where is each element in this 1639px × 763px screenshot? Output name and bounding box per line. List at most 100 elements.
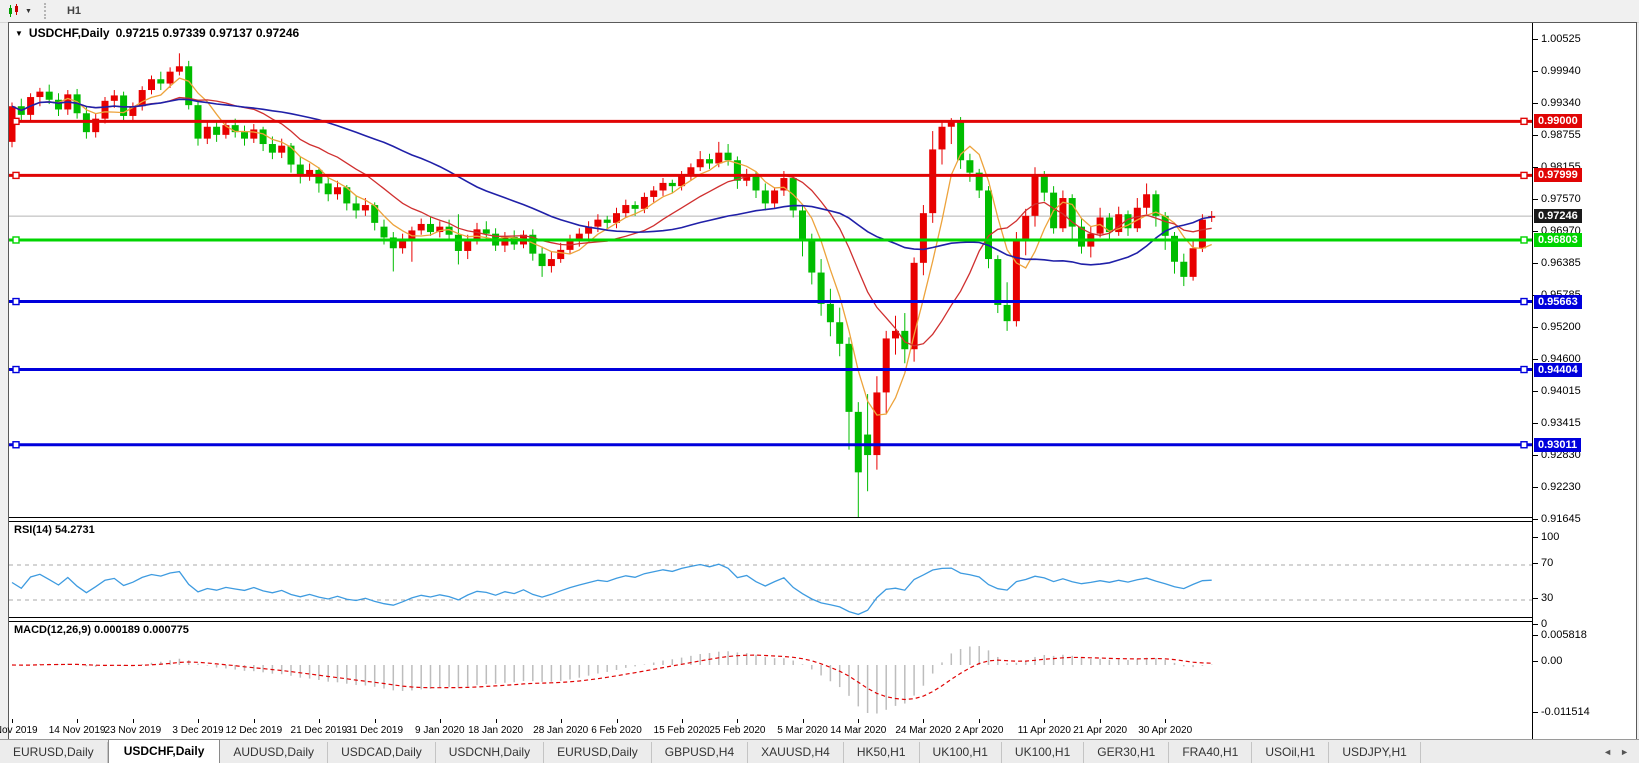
candle-up [948,122,955,126]
candle-up [557,250,564,259]
price-level-badge: 0.93011 [1534,438,1581,452]
time-axis-label: 15 Feb 2020 [654,725,710,736]
main-chart-pane[interactable]: ▼ USDCHF,Daily 0.97215 0.97339 0.97137 0… [9,23,1533,517]
candle-down [1004,305,1011,321]
level-handle[interactable] [1521,237,1527,243]
candle-up [1199,220,1206,249]
level-handle[interactable] [1521,367,1527,373]
level-handle[interactable] [13,299,19,305]
time-tick [1100,719,1101,723]
chart-tab-eurusd-daily[interactable]: EURUSD,Daily [544,742,652,763]
chart-tab-hk50-h1[interactable]: HK50,H1 [844,742,920,763]
price-axis[interactable]: 1.005250.999400.993400.987550.981550.975… [1532,23,1636,739]
candle-down [725,153,732,161]
candle-up [1143,194,1150,208]
candle-up [594,220,601,227]
level-handle[interactable] [13,367,19,373]
price-level-badge: 0.97999 [1534,168,1582,182]
moving-average-fast [12,78,1212,415]
chart-tab-uk100-h1[interactable]: UK100,H1 [1002,742,1084,763]
chart-tab-gbpusd-h4[interactable]: GBPUSD,H4 [652,742,748,763]
candle-down [762,190,769,203]
time-axis-label: 28 Jan 2020 [533,725,588,736]
candle-down [706,159,713,163]
candle-down [994,259,1001,305]
ohlc-values: 0.97215 0.97339 0.97137 0.97246 [116,26,300,40]
axis-tick-mark [1533,103,1538,104]
chart-tab-usdcad-daily[interactable]: USDCAD,Daily [328,742,436,763]
time-axis-label: 12 Dec 2019 [225,725,282,736]
tab-scroll-left-icon[interactable]: ◄ [1603,747,1612,757]
level-handle[interactable] [1521,299,1527,305]
candle-down [985,190,992,259]
chart-tab-usdjpy-h1[interactable]: USDJPY,H1 [1329,742,1420,763]
candle-up [548,259,555,266]
chart-type-button[interactable]: ▼ [3,3,36,19]
chart-tab-uk100-h1[interactable]: UK100,H1 [920,742,1002,763]
macd-pane[interactable]: MACD(12,26,9) 0.000189 0.000775 [9,622,1533,719]
axis-tick-mark [1533,624,1538,625]
rsi-pane[interactable]: RSI(14) 54.2731 [9,522,1533,617]
candle-up [36,92,43,97]
chart-tab-usdchf-daily[interactable]: USDCHF,Daily [108,739,221,763]
rsi-axis-label: 70 [1541,557,1553,569]
axis-tick-mark [1533,39,1538,40]
level-handle[interactable] [13,442,19,448]
chart-tab-usoil-h1[interactable]: USOil,H1 [1252,742,1329,763]
time-tick [737,719,738,723]
chart-tab-xauusd-h4[interactable]: XAUUSD,H4 [748,742,844,763]
candle-down [836,322,843,344]
level-handle[interactable] [1521,118,1527,124]
candle-down [269,144,276,153]
candle-down [669,183,676,186]
candle-up [929,149,936,213]
candle-up [176,66,183,71]
chart-tab-ger30-h1[interactable]: GER30,H1 [1084,742,1169,763]
chart-tab-usdcnh-daily[interactable]: USDCNH,Daily [436,742,544,763]
axis-tick-mark [1533,635,1538,636]
time-axis-label: 18 Jan 2020 [468,725,523,736]
candle-down [827,304,834,322]
candle-down [846,344,853,412]
price-axis-label: 0.96385 [1541,257,1581,269]
tab-scroll-right-icon[interactable]: ► [1620,747,1629,757]
axis-tick-mark [1533,71,1538,72]
chart-tab-eurusd-daily[interactable]: EURUSD,Daily [0,742,108,763]
current-price-badge: 0.97246 [1534,209,1582,223]
time-tick [1165,719,1166,723]
chart-tab-fra40-h1[interactable]: FRA40,H1 [1169,742,1252,763]
time-axis-label: 14 Mar 2020 [830,725,886,736]
candle-down [632,205,639,209]
chart-tab-audusd-daily[interactable]: AUDUSD,Daily [220,742,328,763]
candle-down [241,132,248,138]
collapse-triangle-icon: ▼ [15,29,23,38]
axis-tick-mark [1533,487,1538,488]
candle-up [418,224,425,230]
candle-up [920,213,927,263]
time-axis-label: 21 Dec 2019 [291,725,348,736]
level-handle[interactable] [1521,172,1527,178]
level-handle[interactable] [13,237,19,243]
time-tick [77,719,78,723]
axis-tick-mark [1533,537,1538,538]
candle-down [818,273,825,304]
rsi-line [12,564,1212,614]
macd-histogram [12,646,1212,713]
level-handle[interactable] [13,118,19,124]
axis-tick-mark [1533,231,1538,232]
time-tick [319,719,320,723]
time-axis-label: 30 Apr 2020 [1138,725,1192,736]
candle-down [353,203,360,210]
time-tick [858,719,859,723]
time-tick [12,719,13,723]
level-handle[interactable] [1521,442,1527,448]
candle-up [111,95,118,100]
candle-down [325,183,332,194]
timeframe-button-h1[interactable]: H1 [58,1,97,21]
axis-tick-mark [1533,712,1538,713]
price-level-badge: 0.99000 [1534,114,1582,128]
level-handle[interactable] [13,172,19,178]
time-axis-label: 25 Feb 2020 [709,725,765,736]
candle-down [213,127,220,135]
candle-down [966,160,973,172]
